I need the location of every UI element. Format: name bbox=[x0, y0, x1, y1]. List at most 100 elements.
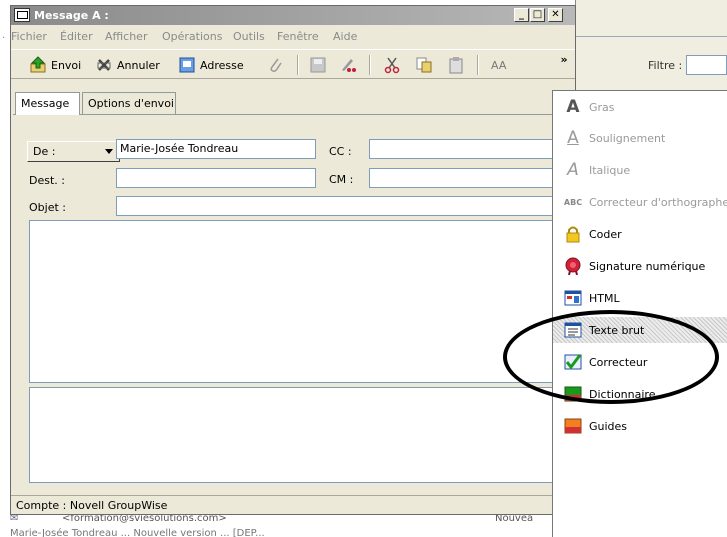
message-body[interactable] bbox=[29, 220, 573, 383]
menu-outils[interactable]: Outils bbox=[233, 30, 265, 43]
seal-icon bbox=[565, 257, 581, 275]
italic-icon: A bbox=[567, 160, 579, 180]
paste-button[interactable] bbox=[447, 54, 469, 76]
close-button[interactable]: ✕ bbox=[548, 8, 563, 22]
filter-label: Filtre : bbox=[648, 59, 683, 72]
menu-item-guides[interactable]: Guides bbox=[553, 413, 727, 439]
to-field[interactable] bbox=[116, 168, 316, 188]
spellcheck-icon: ABC bbox=[563, 197, 583, 207]
menu-fichier[interactable]: Fichier bbox=[11, 30, 47, 43]
cancel-label: Annuler bbox=[117, 58, 160, 72]
bcc-label: CM : bbox=[329, 173, 354, 186]
from-label: De : bbox=[33, 145, 56, 158]
menu-item-encode[interactable]: Coder bbox=[553, 221, 727, 247]
send-icon bbox=[30, 56, 46, 73]
plain-text-icon bbox=[564, 322, 582, 338]
menu-item-label: Dictionnaire bbox=[589, 387, 656, 401]
copy-button[interactable] bbox=[415, 54, 437, 76]
attach-button[interactable] bbox=[267, 54, 289, 76]
edge-mark: . bbox=[2, 30, 6, 41]
cc-label: CC : bbox=[329, 145, 352, 158]
dictionary-icon bbox=[564, 386, 582, 402]
menu-item-label: Guides bbox=[589, 419, 628, 433]
address-book-icon bbox=[179, 57, 195, 73]
background-left-edge: . bbox=[0, 0, 10, 537]
menu-item-label: HTML bbox=[589, 291, 620, 305]
underline-icon: A bbox=[567, 128, 579, 148]
menu-item-italic[interactable]: A Italique bbox=[553, 157, 727, 183]
font-icon: AA bbox=[491, 58, 507, 72]
html-icon bbox=[564, 290, 582, 306]
from-field[interactable]: Marie-Josée Tondreau bbox=[116, 139, 316, 159]
bold-icon: A bbox=[566, 97, 580, 117]
menu-item-label: Texte brut bbox=[589, 323, 645, 337]
menu-item-spellcheck[interactable]: ABC Correcteur d'orthographe bbox=[553, 189, 727, 215]
menu-item-label: Correcteur d'orthographe bbox=[589, 195, 727, 209]
menu-editer[interactable]: Éditer bbox=[60, 30, 93, 43]
address-button[interactable]: Adresse bbox=[178, 54, 244, 76]
menu-item-html[interactable]: HTML bbox=[553, 285, 727, 311]
menu-item-label: Italique bbox=[589, 163, 631, 177]
toolbar-separator bbox=[369, 55, 371, 75]
send-label: Envoi bbox=[51, 58, 82, 72]
title-bar[interactable]: Message A : _ □ ✕ bbox=[11, 6, 575, 25]
bcc-field[interactable] bbox=[369, 168, 573, 188]
menu-aide[interactable]: Aide bbox=[333, 30, 357, 43]
checkmark-icon bbox=[564, 354, 582, 370]
menu-item-label: Coder bbox=[589, 227, 622, 241]
toolbar: Envoi Annuler Adresse AA bbox=[11, 49, 575, 79]
message-panel: De : Marie-Josée Tondreau CC : Dest. : C… bbox=[13, 114, 573, 494]
menu-item-dictionary[interactable]: Dictionnaire bbox=[553, 381, 727, 407]
menu-operations[interactable]: Opérations bbox=[162, 30, 222, 43]
tab-send-options[interactable]: Options d'envoi bbox=[82, 92, 176, 114]
address-label: Adresse bbox=[200, 58, 244, 72]
menu-item-underline[interactable]: A Soulignement bbox=[553, 125, 727, 151]
divider bbox=[576, 36, 727, 37]
toolbar-separator bbox=[477, 55, 479, 75]
menu-item-checker[interactable]: Correcteur bbox=[553, 349, 727, 375]
menu-item-label: Correcteur bbox=[589, 355, 648, 369]
background-app-panel bbox=[575, 0, 727, 90]
pen-icon bbox=[342, 59, 356, 72]
subject-field[interactable] bbox=[116, 196, 573, 216]
subject-label: Objet : bbox=[29, 201, 66, 214]
from-dropdown[interactable]: De : bbox=[27, 141, 120, 162]
signature-area[interactable] bbox=[29, 387, 573, 483]
menu-afficher[interactable]: Afficher bbox=[105, 30, 147, 43]
menu-fenetre[interactable]: Fenêtre bbox=[277, 30, 319, 43]
font-button[interactable]: AA bbox=[491, 54, 506, 76]
maximize-button[interactable]: □ bbox=[530, 8, 545, 22]
toolbar-overflow-button[interactable]: » bbox=[553, 49, 575, 79]
disk-icon bbox=[310, 57, 326, 73]
tab-message[interactable]: Message bbox=[15, 92, 80, 115]
minimize-button[interactable]: _ bbox=[514, 8, 529, 22]
filter-input[interactable] bbox=[686, 55, 727, 75]
cut-button[interactable] bbox=[383, 54, 405, 76]
menu-item-label: Soulignement bbox=[589, 131, 666, 145]
menu-item-bold[interactable]: A Gras bbox=[553, 94, 727, 120]
chevron-down-icon bbox=[105, 149, 113, 154]
clipboard-icon bbox=[449, 57, 463, 74]
menu-item-label: Signature numérique bbox=[589, 259, 706, 273]
status-bar: Compte : Novell GroupWise bbox=[11, 495, 575, 514]
lock-icon bbox=[566, 226, 580, 243]
guides-icon bbox=[564, 418, 582, 434]
message-window: Message A : _ □ ✕ Fichier Éditer Affiche… bbox=[10, 5, 576, 515]
window-icon bbox=[14, 8, 30, 22]
cancel-icon bbox=[97, 59, 111, 71]
to-label: Dest. : bbox=[29, 174, 65, 187]
paperclip-icon bbox=[270, 58, 282, 72]
scissors-icon bbox=[384, 57, 400, 74]
spell-button[interactable] bbox=[339, 54, 361, 76]
menu-item-label: Gras bbox=[589, 100, 615, 114]
menu-item-plain-text[interactable]: Texte brut bbox=[553, 317, 727, 343]
toolbar-overflow-menu: A Gras A Soulignement A Italique ABC Cor… bbox=[552, 90, 727, 537]
cancel-button[interactable]: Annuler bbox=[95, 54, 160, 76]
copy-icon bbox=[416, 57, 432, 73]
save-button[interactable] bbox=[309, 54, 331, 76]
toolbar-separator bbox=[297, 55, 299, 75]
send-button[interactable]: Envoi bbox=[29, 54, 81, 76]
list-item[interactable]: Marie-Josée Tondreau ... Nouvelle versio… bbox=[10, 528, 265, 537]
menu-item-digital-signature[interactable]: Signature numérique bbox=[553, 253, 727, 279]
cc-field[interactable] bbox=[369, 139, 573, 159]
